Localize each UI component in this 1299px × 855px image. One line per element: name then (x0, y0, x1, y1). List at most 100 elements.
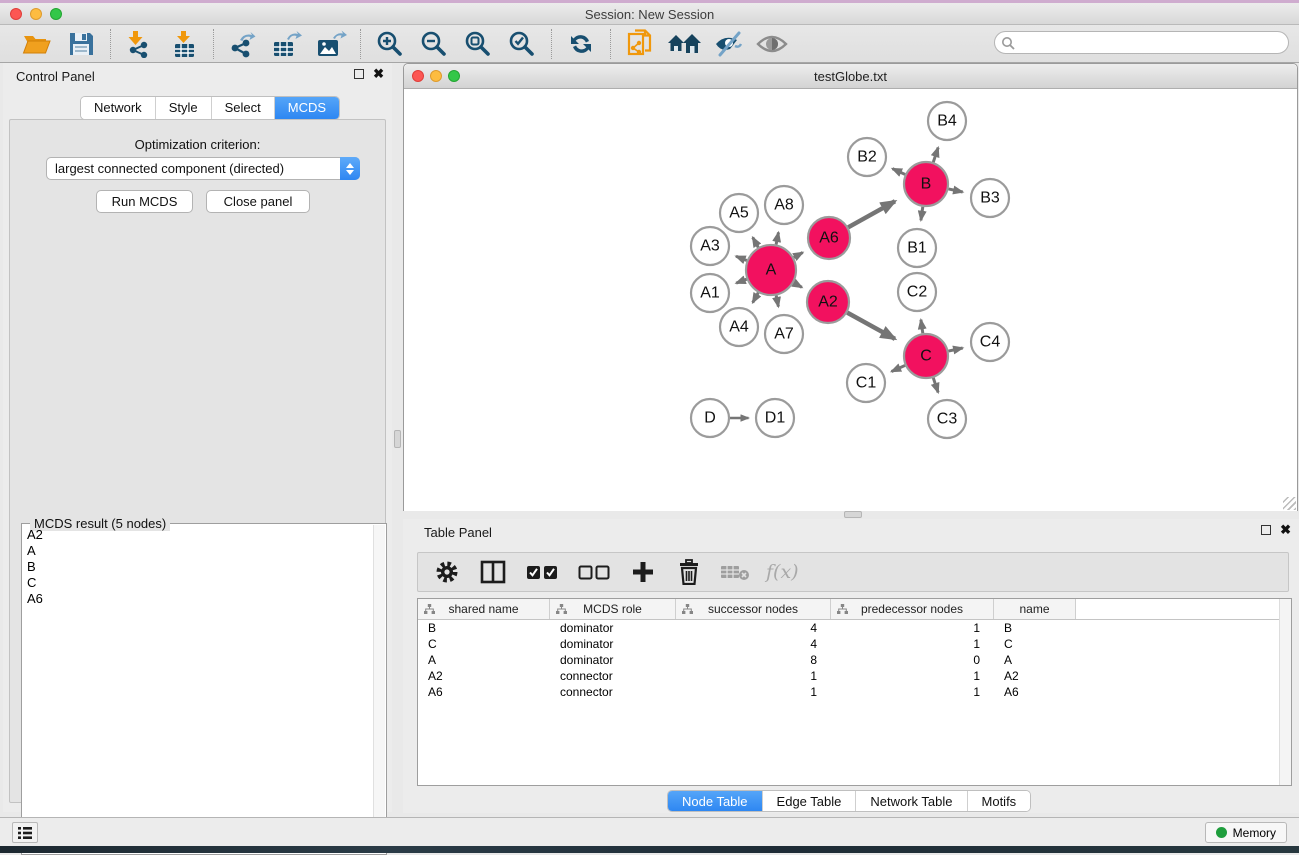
float-panel-icon[interactable] (354, 69, 364, 79)
save-session-icon[interactable] (64, 28, 98, 60)
import-network-icon[interactable] (123, 28, 157, 60)
edge-A-A6[interactable] (794, 252, 803, 257)
table-scrollbar[interactable] (1279, 599, 1291, 785)
edge-A-A8[interactable] (776, 232, 778, 244)
edge-A-A4[interactable] (753, 293, 759, 303)
resize-grip-icon[interactable] (1283, 497, 1296, 510)
optimization-criterion-select[interactable]: largest connected component (directed) (46, 157, 360, 180)
node-C1[interactable]: C1 (847, 364, 885, 402)
zoom-fit-icon[interactable] (461, 28, 495, 60)
tab-mcds[interactable]: MCDS (275, 97, 339, 119)
result-item[interactable]: A2 (23, 527, 373, 543)
search-box[interactable] (994, 31, 1289, 54)
cell[interactable]: 1 (831, 636, 994, 652)
cell[interactable]: 1 (831, 684, 994, 700)
node-B4[interactable]: B4 (928, 102, 966, 140)
close-panel-button[interactable]: Close panel (206, 190, 310, 213)
apply-layout-icon[interactable] (564, 28, 598, 60)
delete-table-icon[interactable] (720, 557, 750, 587)
edge-A-A5[interactable] (753, 237, 759, 247)
column-header-name[interactable]: name (994, 599, 1076, 619)
zoom-out-icon[interactable] (417, 28, 451, 60)
node-C2[interactable]: C2 (898, 273, 936, 311)
edge-A-A1[interactable] (736, 279, 746, 283)
deselect-all-columns-icon[interactable] (576, 557, 612, 587)
table-row[interactable]: Bdominator41B (418, 620, 1279, 636)
vertical-divider-handle[interactable] (394, 430, 401, 448)
export-network-icon[interactable] (226, 28, 260, 60)
column-header-shared-name[interactable]: shared name (418, 599, 550, 619)
table-row[interactable]: Cdominator41C (418, 636, 1279, 652)
show-graphics-details-icon[interactable] (755, 28, 789, 60)
table-settings-icon[interactable] (432, 557, 462, 587)
cell[interactable]: A6 (418, 684, 550, 700)
cell[interactable]: A2 (994, 668, 1076, 684)
edge-A6-B[interactable] (848, 201, 895, 227)
result-scrollbar[interactable] (373, 525, 385, 853)
node-D[interactable]: D (691, 399, 729, 437)
tab-style[interactable]: Style (156, 97, 212, 119)
column-header-predecessor-nodes[interactable]: predecessor nodes (831, 599, 994, 619)
edge-C-C1[interactable] (892, 365, 905, 371)
node-B2[interactable]: B2 (848, 138, 886, 176)
node-A7[interactable]: A7 (765, 315, 803, 353)
tab-network-table[interactable]: Network Table (856, 791, 967, 811)
result-item[interactable]: A (23, 543, 373, 559)
edge-A-A2[interactable] (794, 283, 802, 288)
cell[interactable]: 1 (831, 668, 994, 684)
node-A1[interactable]: A1 (691, 274, 729, 312)
cell[interactable]: 1 (676, 668, 831, 684)
cell[interactable]: 0 (831, 652, 994, 668)
zoom-selected-icon[interactable] (505, 28, 539, 60)
create-new-column-icon[interactable] (628, 557, 658, 587)
edge-A2-C[interactable] (847, 313, 895, 339)
node-D1[interactable]: D1 (756, 399, 794, 437)
export-table-icon[interactable] (270, 28, 304, 60)
cell[interactable]: dominator (550, 652, 676, 668)
node-C[interactable]: C (904, 334, 948, 378)
hide-graphics-details-icon[interactable] (711, 28, 745, 60)
cell[interactable]: 1 (831, 620, 994, 636)
cell[interactable]: A (994, 652, 1076, 668)
edge-A-A7[interactable] (776, 295, 778, 306)
node-C3[interactable]: C3 (928, 400, 966, 438)
cell[interactable]: C (418, 636, 550, 652)
result-item[interactable]: A6 (23, 591, 373, 607)
clone-network-icon[interactable] (623, 28, 657, 60)
node-A[interactable]: A (746, 245, 796, 295)
mcds-result-list[interactable]: A2ABCA6 (23, 527, 373, 853)
result-item[interactable]: C (23, 575, 373, 591)
cell[interactable]: dominator (550, 620, 676, 636)
node-A6[interactable]: A6 (808, 217, 850, 259)
cell[interactable]: 4 (676, 636, 831, 652)
node-A4[interactable]: A4 (720, 308, 758, 346)
cell[interactable]: 4 (676, 620, 831, 636)
horizontal-divider-handle[interactable] (844, 511, 862, 518)
table-row[interactable]: A6connector11A6 (418, 684, 1279, 700)
search-input[interactable] (1015, 36, 1288, 50)
cell[interactable]: connector (550, 684, 676, 700)
cell[interactable]: connector (550, 668, 676, 684)
cell[interactable]: A (418, 652, 550, 668)
cell[interactable]: A6 (994, 684, 1076, 700)
node-A2[interactable]: A2 (807, 281, 849, 323)
open-session-icon[interactable] (20, 28, 54, 60)
node-A5[interactable]: A5 (720, 194, 758, 232)
node-C4[interactable]: C4 (971, 323, 1009, 361)
import-table-icon[interactable] (167, 28, 201, 60)
task-history-button[interactable] (12, 822, 38, 843)
float-table-panel-icon[interactable] (1261, 525, 1271, 535)
first-neighbors-icon[interactable] (667, 28, 701, 60)
edge-B-B1[interactable] (921, 207, 923, 220)
node-B1[interactable]: B1 (898, 229, 936, 267)
toggle-panel-layout-icon[interactable] (478, 557, 508, 587)
result-item[interactable]: B (23, 559, 373, 575)
delete-columns-icon[interactable] (674, 557, 704, 587)
close-table-panel-icon[interactable]: ✖ (1280, 525, 1291, 535)
edge-C-C3[interactable] (933, 378, 938, 393)
node-B[interactable]: B (904, 162, 948, 206)
table-row[interactable]: A2connector11A2 (418, 668, 1279, 684)
memory-button[interactable]: Memory (1205, 822, 1287, 843)
column-header-MCDS-role[interactable]: MCDS role (550, 599, 676, 619)
edge-A-A3[interactable] (736, 256, 747, 260)
